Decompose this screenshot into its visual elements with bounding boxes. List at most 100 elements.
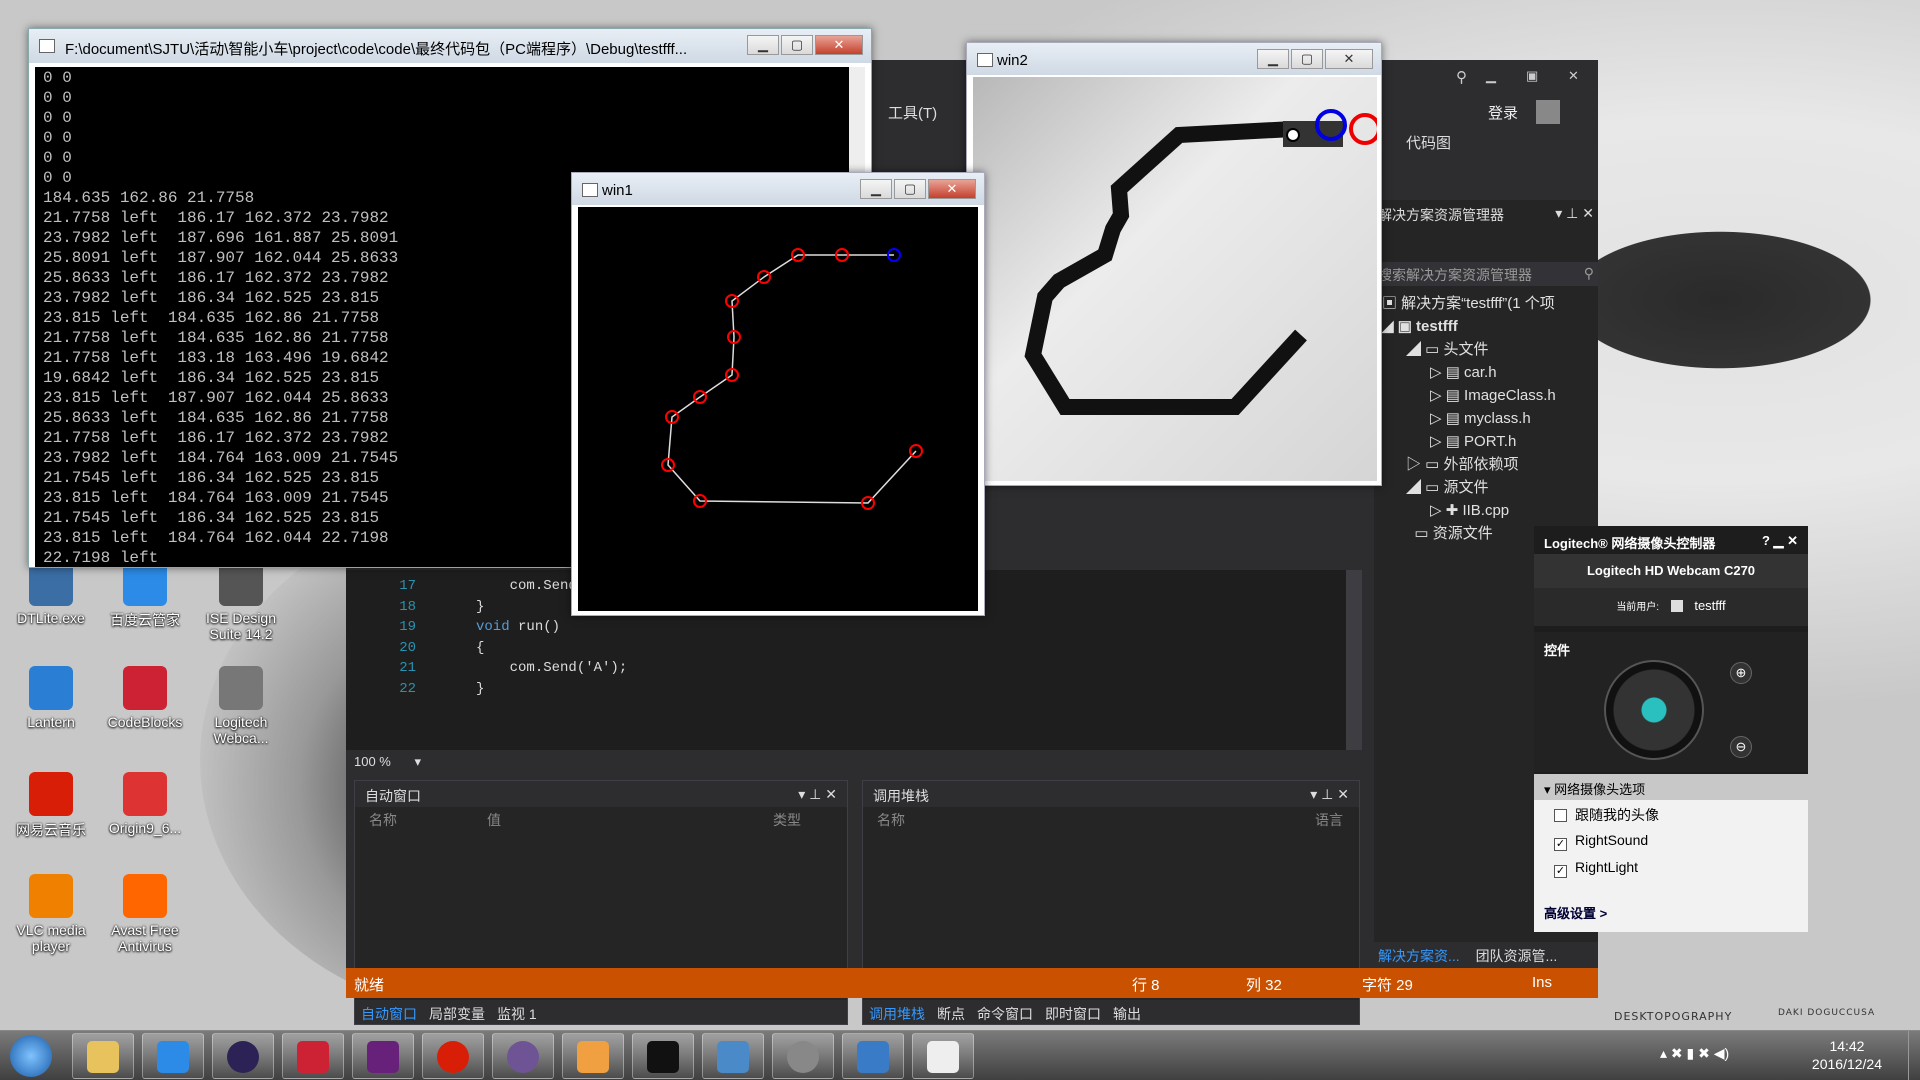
desktop-icon[interactable]: CodeBlocks: [100, 666, 190, 730]
tree-file[interactable]: ▷ ✚ IIB.cpp: [1374, 499, 1598, 522]
panel-tab[interactable]: 自动窗口: [361, 1006, 417, 1022]
panel-tab[interactable]: 即时窗口: [1045, 1006, 1101, 1022]
desktop-icon[interactable]: DTLite.exe: [6, 562, 96, 626]
taskbar-eclipse[interactable]: [212, 1033, 274, 1079]
maximize-icon[interactable]: ▣: [1526, 68, 1538, 84]
panel-tab[interactable]: 调用堆栈: [869, 1006, 925, 1022]
search-icon[interactable]: ⚲: [1584, 265, 1594, 282]
minimize-icon[interactable]: ▁: [1486, 68, 1496, 84]
panel-tab[interactable]: 局部变量: [429, 1006, 485, 1022]
desktop-icon[interactable]: Avast Free Antivirus: [100, 874, 190, 954]
code-line[interactable]: {: [476, 640, 484, 656]
close-icon[interactable]: ? ▁ ✕: [1762, 533, 1798, 549]
taskbar-webcam[interactable]: [772, 1033, 834, 1079]
desktop-icon[interactable]: Lantern: [6, 666, 96, 730]
avatar[interactable]: [1536, 100, 1560, 124]
tree-file[interactable]: ▷ ▤ PORT.h: [1374, 430, 1598, 453]
code-line[interactable]: com.Send('A');: [476, 660, 628, 676]
desktop-icon[interactable]: Origin9_6...: [100, 772, 190, 836]
close-button[interactable]: ✕: [1325, 49, 1373, 69]
tree-solution[interactable]: ▣ 解决方案“testfff”(1 个项: [1374, 292, 1598, 315]
taskbar-photos[interactable]: [842, 1033, 904, 1079]
logitech-controller[interactable]: Logitech® 网络摄像头控制器 ? ▁ ✕ Logitech HD Web…: [1534, 526, 1808, 932]
console-icon: [39, 39, 55, 53]
minimize-button[interactable]: ▁: [747, 35, 779, 55]
tray-icons[interactable]: ▴ ✖ ▮ ✖ ◀): [1660, 1045, 1729, 1062]
maximize-button[interactable]: ▢: [1291, 49, 1323, 69]
minimize-button[interactable]: ▁: [1257, 49, 1289, 69]
desktop-icon[interactable]: Logitech Webca...: [196, 666, 286, 746]
start-button[interactable]: [10, 1035, 52, 1077]
desktop-icon[interactable]: 百度云管家: [100, 562, 190, 630]
chevron-down-icon[interactable]: ▾: [415, 754, 422, 769]
win1-title: win1: [602, 182, 633, 199]
close-button[interactable]: ✕: [928, 179, 976, 199]
panel-tab[interactable]: 断点: [937, 1006, 965, 1022]
taskbar-codeblocks[interactable]: [282, 1033, 344, 1079]
desktop-icon[interactable]: 网易云音乐: [6, 772, 96, 840]
autos-title: 自动窗口: [365, 788, 421, 804]
zoom-level[interactable]: 100 %: [354, 754, 391, 769]
zoom-in-icon[interactable]: ⊕: [1730, 662, 1752, 684]
option-row[interactable]: ✓ RightSound: [1534, 827, 1808, 854]
col-value: 值: [487, 812, 501, 828]
tree-file[interactable]: ▷ ▤ myclass.h: [1374, 407, 1598, 430]
tree-file[interactable]: ▷ ▤ ImageClass.h: [1374, 384, 1598, 407]
codemap-button[interactable]: 代码图: [1406, 132, 1451, 153]
tab-team[interactable]: 团队资源管...: [1476, 948, 1558, 964]
code-line[interactable]: com.Send: [476, 578, 577, 594]
panel-tab[interactable]: 输出: [1113, 1006, 1141, 1022]
win2-window[interactable]: win2 ▁ ▢ ✕: [966, 42, 1382, 486]
taskbar-ie[interactable]: [142, 1033, 204, 1079]
panel-tab[interactable]: 监视 1: [497, 1006, 537, 1022]
option-checkbox[interactable]: ✓: [1554, 865, 1567, 878]
taskbar-visual-studio[interactable]: [352, 1033, 414, 1079]
option-row[interactable]: 跟随我的头像: [1534, 800, 1808, 827]
taskbar-github[interactable]: [492, 1033, 554, 1079]
maximize-button[interactable]: ▢: [781, 35, 813, 55]
camera-name[interactable]: Logitech HD Webcam C270: [1587, 563, 1755, 578]
menu-tools[interactable]: 工具(T): [888, 102, 937, 123]
solution-search-input[interactable]: 搜索解决方案资源管理器: [1378, 267, 1532, 283]
code-line[interactable]: void run(): [476, 619, 560, 635]
pan-tilt-pad[interactable]: [1604, 660, 1704, 760]
taskbar-netease-music[interactable]: [422, 1033, 484, 1079]
show-desktop-button[interactable]: [1908, 1031, 1920, 1080]
options-head[interactable]: 网络摄像头选项: [1554, 782, 1645, 797]
tree-file[interactable]: ▷ ▤ car.h: [1374, 361, 1598, 384]
login-link[interactable]: 登录: [1488, 102, 1518, 123]
close-icon[interactable]: ▾ ⊥ ✕: [798, 786, 837, 803]
col-name: 名称: [877, 812, 905, 828]
option-row[interactable]: ✓ RightLight: [1534, 854, 1808, 881]
zoom-out-icon[interactable]: ⊖: [1730, 736, 1752, 758]
desktop-icon[interactable]: VLC media player: [6, 874, 96, 954]
panel-tab[interactable]: 命令窗口: [977, 1006, 1033, 1022]
console-title: F:\document\SJTU\活动\智能小车\project\code\co…: [29, 29, 871, 63]
win1-window[interactable]: win1 ▁ ▢ ✕: [571, 172, 985, 616]
tree-sources[interactable]: ◢ ▭ 源文件: [1374, 476, 1598, 499]
close-icon[interactable]: ✕: [1568, 68, 1579, 84]
search-icon[interactable]: ⚲: [1456, 68, 1467, 86]
clock[interactable]: 14:42 2016/12/24: [1812, 1037, 1882, 1073]
code-line[interactable]: }: [476, 681, 484, 697]
tree-headers[interactable]: ◢ ▭ 头文件: [1374, 338, 1598, 361]
tree-external[interactable]: ▷ ▭ 外部依赖项: [1374, 453, 1598, 476]
close-button[interactable]: ✕: [815, 35, 863, 55]
taskbar-explorer[interactable]: [72, 1033, 134, 1079]
close-icon[interactable]: ▾ ⊥ ✕: [1555, 205, 1594, 222]
advanced-settings-link[interactable]: 高级设置 >: [1544, 903, 1607, 922]
tab-solution[interactable]: 解决方案资...: [1378, 948, 1460, 964]
code-line[interactable]: }: [476, 599, 484, 615]
close-icon[interactable]: ▾ ⊥ ✕: [1310, 786, 1349, 803]
minimize-button[interactable]: ▁: [860, 179, 892, 199]
editor-scrollbar[interactable]: [1346, 570, 1362, 750]
maximize-button[interactable]: ▢: [894, 179, 926, 199]
option-checkbox[interactable]: [1554, 809, 1567, 822]
taskbar-console[interactable]: [632, 1033, 694, 1079]
tree-project[interactable]: ◢ ▣ testfff: [1374, 315, 1598, 338]
desktop-icon[interactable]: ISE Design Suite 14.2: [196, 562, 286, 642]
option-checkbox[interactable]: ✓: [1554, 838, 1567, 851]
taskbar-paint[interactable]: [562, 1033, 624, 1079]
taskbar-window[interactable]: [912, 1033, 974, 1079]
taskbar-app[interactable]: [702, 1033, 764, 1079]
